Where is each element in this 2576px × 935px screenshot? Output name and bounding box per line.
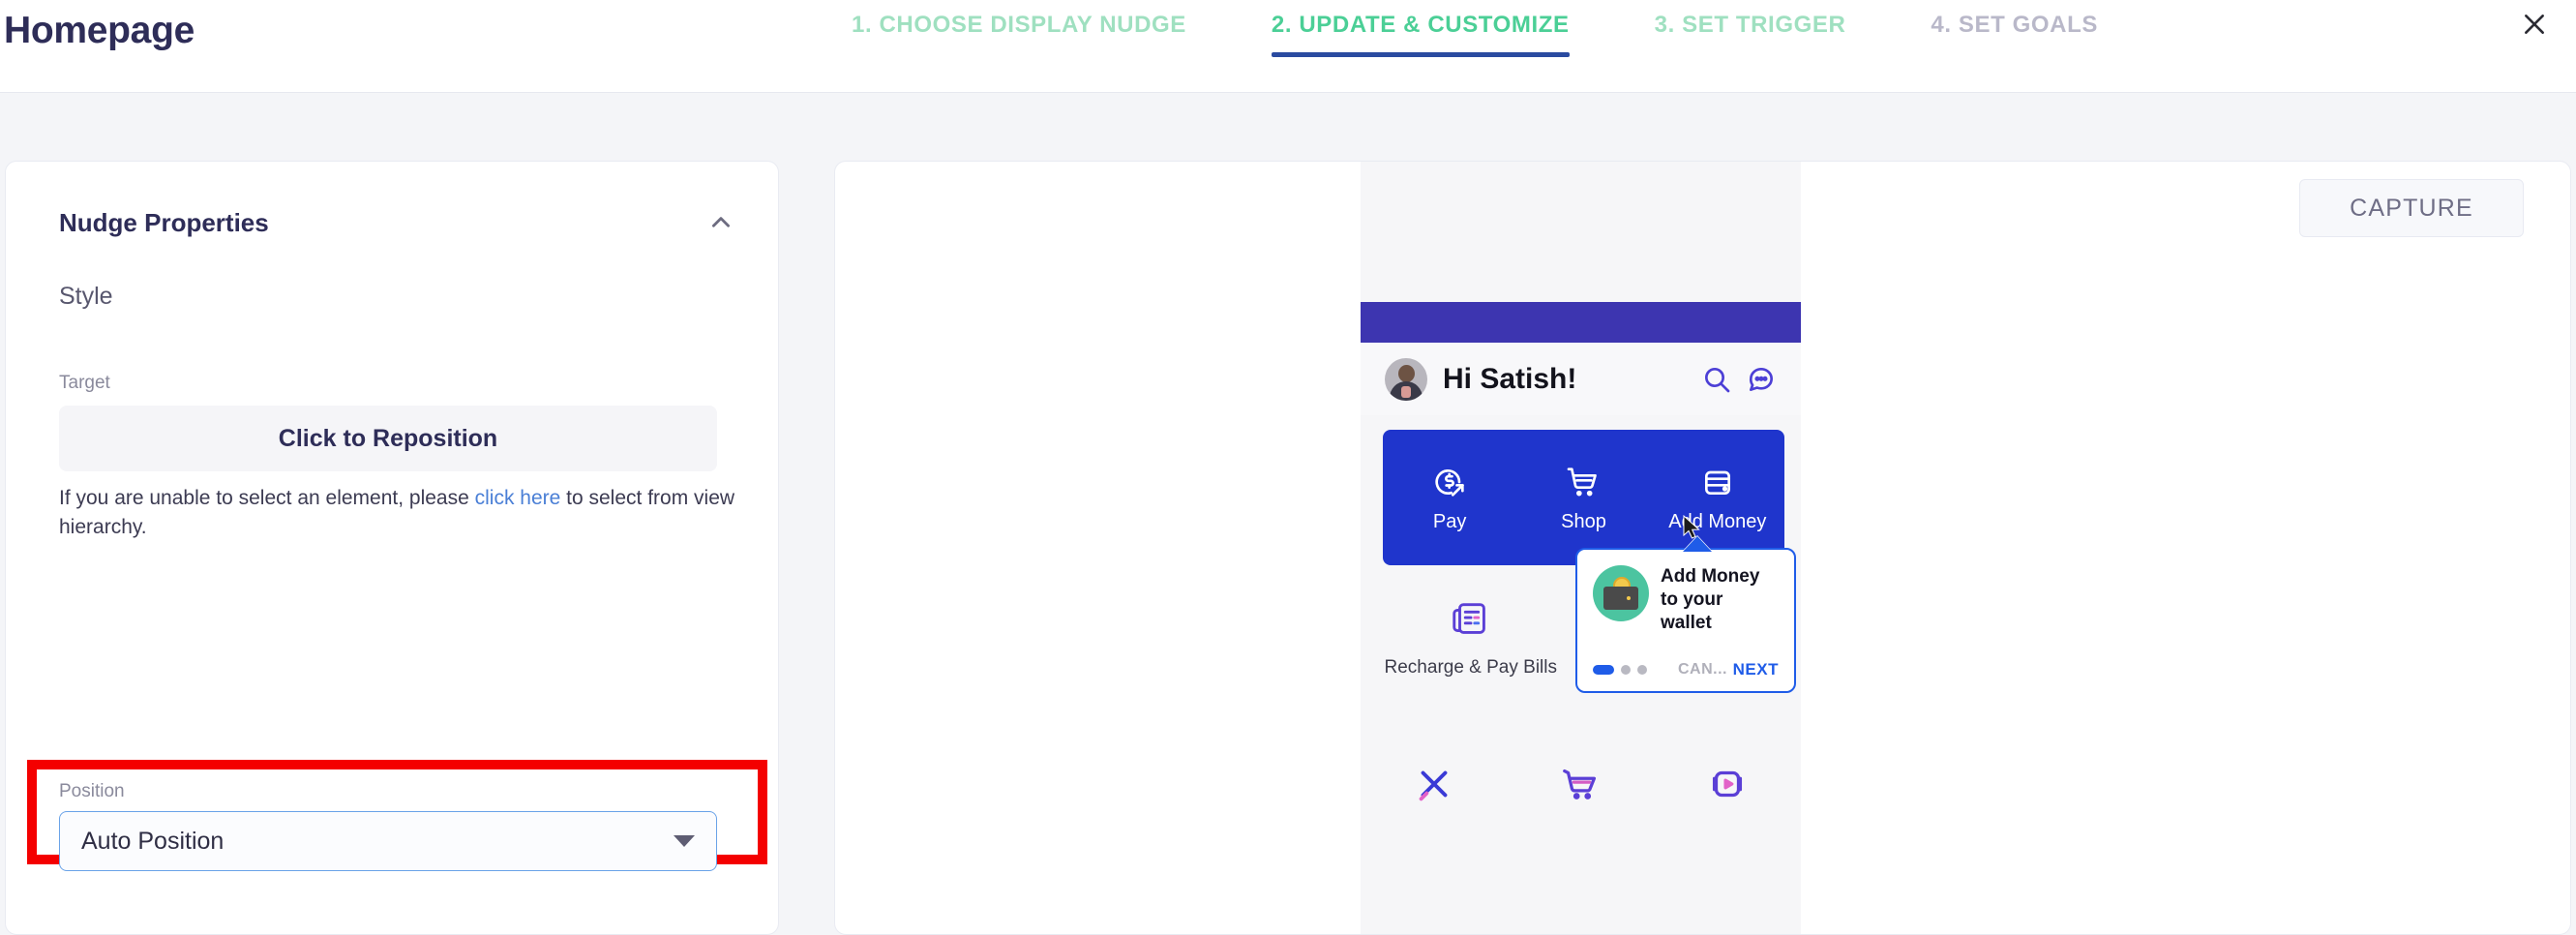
action-shop[interactable]: Shop	[1516, 430, 1650, 565]
close-button[interactable]	[2514, 6, 2555, 46]
hint-prefix: If you are unable to select an element, …	[59, 487, 475, 509]
step-2-update-customize[interactable]: 2. UPDATE & CUSTOMIZE	[1271, 0, 1570, 57]
position-selected-value: Auto Position	[81, 827, 225, 855]
grid-item-flight[interactable]	[1361, 762, 1508, 806]
step-3-set-trigger[interactable]: 3. SET TRIGGER	[1655, 0, 1846, 39]
quick-actions-card: Pay Shop Add Money	[1383, 430, 1784, 565]
video-play-icon	[1705, 762, 1750, 806]
step-2-label: 2. UPDATE & CUSTOMIZE	[1271, 12, 1570, 38]
step-1-label: 1. CHOOSE DISPLAY NUDGE	[852, 12, 1186, 38]
chevron-down-icon	[674, 835, 695, 847]
search-icon[interactable]	[1701, 364, 1732, 395]
pay-money-icon	[1430, 463, 1469, 501]
capture-button[interactable]: CAPTURE	[2299, 179, 2524, 237]
nudge-tooltip: Add Money to your wallet CAN... NEXT	[1575, 535, 1796, 693]
page-title: Homepage	[4, 10, 195, 51]
nudge-properties-panel: Nudge Properties Style Target Click to R…	[5, 161, 779, 935]
tooltip-title: Add Money to your wallet	[1661, 566, 1760, 633]
step-4-set-goals[interactable]: 4. SET GOALS	[1931, 0, 2098, 39]
shop-cart-icon	[1559, 762, 1603, 806]
top-bar: Homepage 1. CHOOSE DISPLAY NUDGE 2. UPDA…	[0, 0, 2576, 93]
style-label: Style	[59, 283, 113, 310]
tooltip-cancel-button[interactable]: CAN...	[1678, 661, 1727, 679]
step-1-choose-display-nudge[interactable]: 1. CHOOSE DISPLAY NUDGE	[852, 0, 1186, 39]
position-label: Position	[59, 781, 125, 801]
action-shop-label: Shop	[1561, 510, 1606, 532]
greeting-text: Hi Satish!	[1443, 362, 1577, 395]
services-grid-row-2	[1361, 762, 1801, 806]
wallet-circle-icon	[1593, 565, 1649, 621]
bill-icon	[1449, 597, 1493, 642]
active-step-underline	[1271, 52, 1570, 57]
grid-item-shop-cart[interactable]	[1508, 762, 1655, 806]
phone-preview: Hi Satish! Pay Shop Add Money Recharge &…	[1361, 162, 1801, 934]
mouse-pointer-icon	[1683, 514, 1702, 540]
avatar	[1385, 357, 1427, 401]
step-3-label: 3. SET TRIGGER	[1654, 12, 1846, 38]
reposition-button-label: Click to Reposition	[278, 424, 498, 452]
grid-item-video-play[interactable]	[1654, 762, 1801, 806]
phone-header: Hi Satish!	[1361, 343, 1801, 415]
hint-text: If you are unable to select an element, …	[59, 484, 736, 543]
pagination-dot	[1621, 665, 1631, 675]
step-4-label: 4. SET GOALS	[1931, 12, 2098, 38]
grid-item-recharge-pay-bills[interactable]: Recharge & Pay Bills	[1361, 597, 1581, 680]
pagination-dot	[1637, 665, 1647, 675]
step-wizard: 1. CHOOSE DISPLAY NUDGE 2. UPDATE & CUST…	[852, 0, 2098, 58]
capture-button-label: CAPTURE	[2350, 194, 2473, 222]
preview-panel: CAPTURE Hi Satish! Pay Shop Add Money Re…	[834, 161, 2571, 935]
phone-status-bar	[1361, 302, 1801, 343]
action-pay[interactable]: Pay	[1383, 430, 1516, 565]
chevron-up-icon[interactable]	[708, 210, 734, 235]
click-to-reposition-button[interactable]: Click to Reposition	[59, 406, 717, 471]
pagination-dot-active	[1593, 665, 1614, 675]
flight-icon	[1412, 762, 1456, 806]
panel-title: Nudge Properties	[59, 208, 269, 237]
action-pay-label: Pay	[1432, 510, 1467, 532]
cart-icon	[1564, 463, 1603, 501]
chat-icon[interactable]	[1746, 364, 1777, 395]
action-add-money[interactable]: Add Money	[1651, 430, 1784, 565]
tooltip-pagination-dots	[1593, 665, 1647, 675]
grid-item-recharge-pay-bills-label: Recharge & Pay Bills	[1384, 657, 1557, 678]
target-label: Target	[59, 373, 110, 393]
position-select[interactable]: Auto Position	[59, 811, 717, 871]
click-here-link[interactable]: click here	[475, 487, 561, 509]
tooltip-next-button[interactable]: NEXT	[1733, 660, 1779, 679]
wallet-icon	[1698, 463, 1737, 501]
close-icon	[2522, 12, 2547, 42]
